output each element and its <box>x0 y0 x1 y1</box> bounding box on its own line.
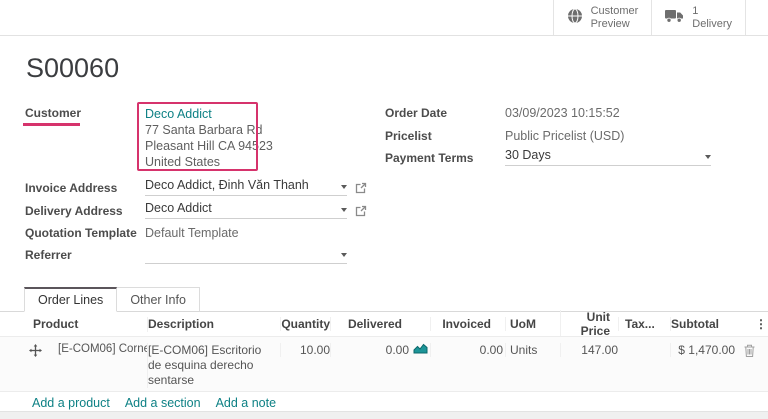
invoice-address-label: Invoice Address <box>25 181 117 195</box>
external-link-icon[interactable] <box>354 204 367 222</box>
quotation-template-value[interactable]: Default Template <box>145 226 239 240</box>
trash-icon <box>744 344 755 360</box>
quotation-template-label: Quotation Template <box>25 226 137 240</box>
drag-handle[interactable] <box>25 343 45 360</box>
caret-down-icon <box>341 185 347 189</box>
external-link-icon[interactable] <box>354 181 367 199</box>
payment-terms-field[interactable]: 30 Days <box>505 148 711 166</box>
page-title: S00060 <box>26 53 119 84</box>
sale-order-form: Customer Preview 1 Delivery S00060 Custo… <box>0 0 768 419</box>
statbar-spacer <box>746 0 768 35</box>
column-header-invoiced: Invoiced <box>430 317 505 331</box>
order-line-footer-links: Add a product Add a section Add a note <box>32 396 276 410</box>
column-header-description: Description <box>147 317 280 332</box>
stat-button-label: 1 Delivery <box>692 5 732 31</box>
order-date-value[interactable]: 03/09/2023 10:15:52 <box>505 106 620 120</box>
vertical-ellipsis-icon[interactable]: ⋮ <box>755 317 767 331</box>
tab-other-info[interactable]: Other Info <box>117 287 200 312</box>
stat-button-label: Customer Preview <box>591 5 639 31</box>
cell-invoiced[interactable]: 0.00 <box>430 343 505 357</box>
delivery-address-value: Deco Addict <box>145 201 212 215</box>
invoice-address-value: Deco Addict, Đinh Văn Thanh <box>145 178 309 192</box>
delivered-value[interactable]: 0.00 <box>386 343 409 357</box>
cell-quantity[interactable]: 10.00 <box>280 343 330 357</box>
delivery-address-field[interactable]: Deco Addict <box>145 201 347 219</box>
delivery-button[interactable]: 1 Delivery <box>651 0 746 35</box>
pricelist-label: Pricelist <box>385 129 432 143</box>
customer-label: Customer <box>25 106 81 120</box>
truck-icon <box>665 9 684 27</box>
area-chart-icon[interactable] <box>413 343 428 357</box>
customer-street: 77 Santa Barbara Rd <box>145 122 273 138</box>
customer-city: Pleasant Hill CA 94523 <box>145 138 273 154</box>
customer-country: United States <box>145 154 273 170</box>
caret-down-icon <box>705 155 711 159</box>
add-a-product-link[interactable]: Add a product <box>32 396 110 410</box>
globe-icon <box>567 8 583 28</box>
column-header-subtotal: Subtotal <box>670 317 735 331</box>
notebook-tabs: Order Lines Other Info <box>0 287 768 312</box>
order-date-label: Order Date <box>385 106 447 120</box>
caret-down-icon <box>341 208 347 212</box>
top-button-bar: Customer Preview 1 Delivery <box>0 0 768 36</box>
payment-terms-label: Payment Terms <box>385 151 473 165</box>
pricelist-value[interactable]: Public Pricelist (USD) <box>505 129 624 143</box>
delivery-address-label: Delivery Address <box>25 204 123 218</box>
customer-link[interactable]: Deco Addict <box>145 106 273 122</box>
column-header-uom: UoM <box>505 317 560 331</box>
tab-order-lines[interactable]: Order Lines <box>24 287 117 312</box>
cell-subtotal: $ 1,470.00 <box>670 343 735 357</box>
order-lines-header-row: Product Description Quantity Delivered I… <box>0 312 768 336</box>
annotation-underline-customer-label <box>23 123 80 126</box>
invoice-address-field[interactable]: Deco Addict, Đinh Văn Thanh <box>145 178 347 196</box>
cell-unit-price[interactable]: 147.00 <box>560 343 618 357</box>
add-a-section-link[interactable]: Add a section <box>125 396 201 410</box>
caret-down-icon <box>341 253 347 257</box>
customer-address-block: Deco Addict 77 Santa Barbara Rd Pleasant… <box>145 106 273 170</box>
stat-button-group: Customer Preview 1 Delivery <box>553 0 768 35</box>
referrer-field[interactable] <box>145 245 347 264</box>
sheet-bottom-edge <box>0 411 768 419</box>
column-header-quantity: Quantity <box>280 317 330 331</box>
delete-row-button[interactable] <box>735 343 755 360</box>
order-line-row: [E-COM06] Corner Des... [E-COM06] Escrit… <box>0 336 768 392</box>
column-header-product: Product <box>25 317 147 331</box>
move-icon <box>29 344 42 360</box>
cell-uom[interactable]: Units <box>505 343 560 357</box>
column-header-tax: Tax... <box>618 317 670 331</box>
referrer-label: Referrer <box>25 248 72 262</box>
column-header-delivered: Delivered <box>330 317 430 331</box>
cell-product[interactable]: [E-COM06] Corner Des... <box>45 343 147 355</box>
payment-terms-value: 30 Days <box>505 148 551 162</box>
add-a-note-link[interactable]: Add a note <box>216 396 276 410</box>
cell-description[interactable]: [E-COM06] Escritorio de esquina derecho … <box>147 343 280 388</box>
column-header-unit-price: Unit Price <box>560 310 618 338</box>
cell-delivered: 0.00 <box>330 343 430 357</box>
customer-preview-button[interactable]: Customer Preview <box>553 0 652 35</box>
